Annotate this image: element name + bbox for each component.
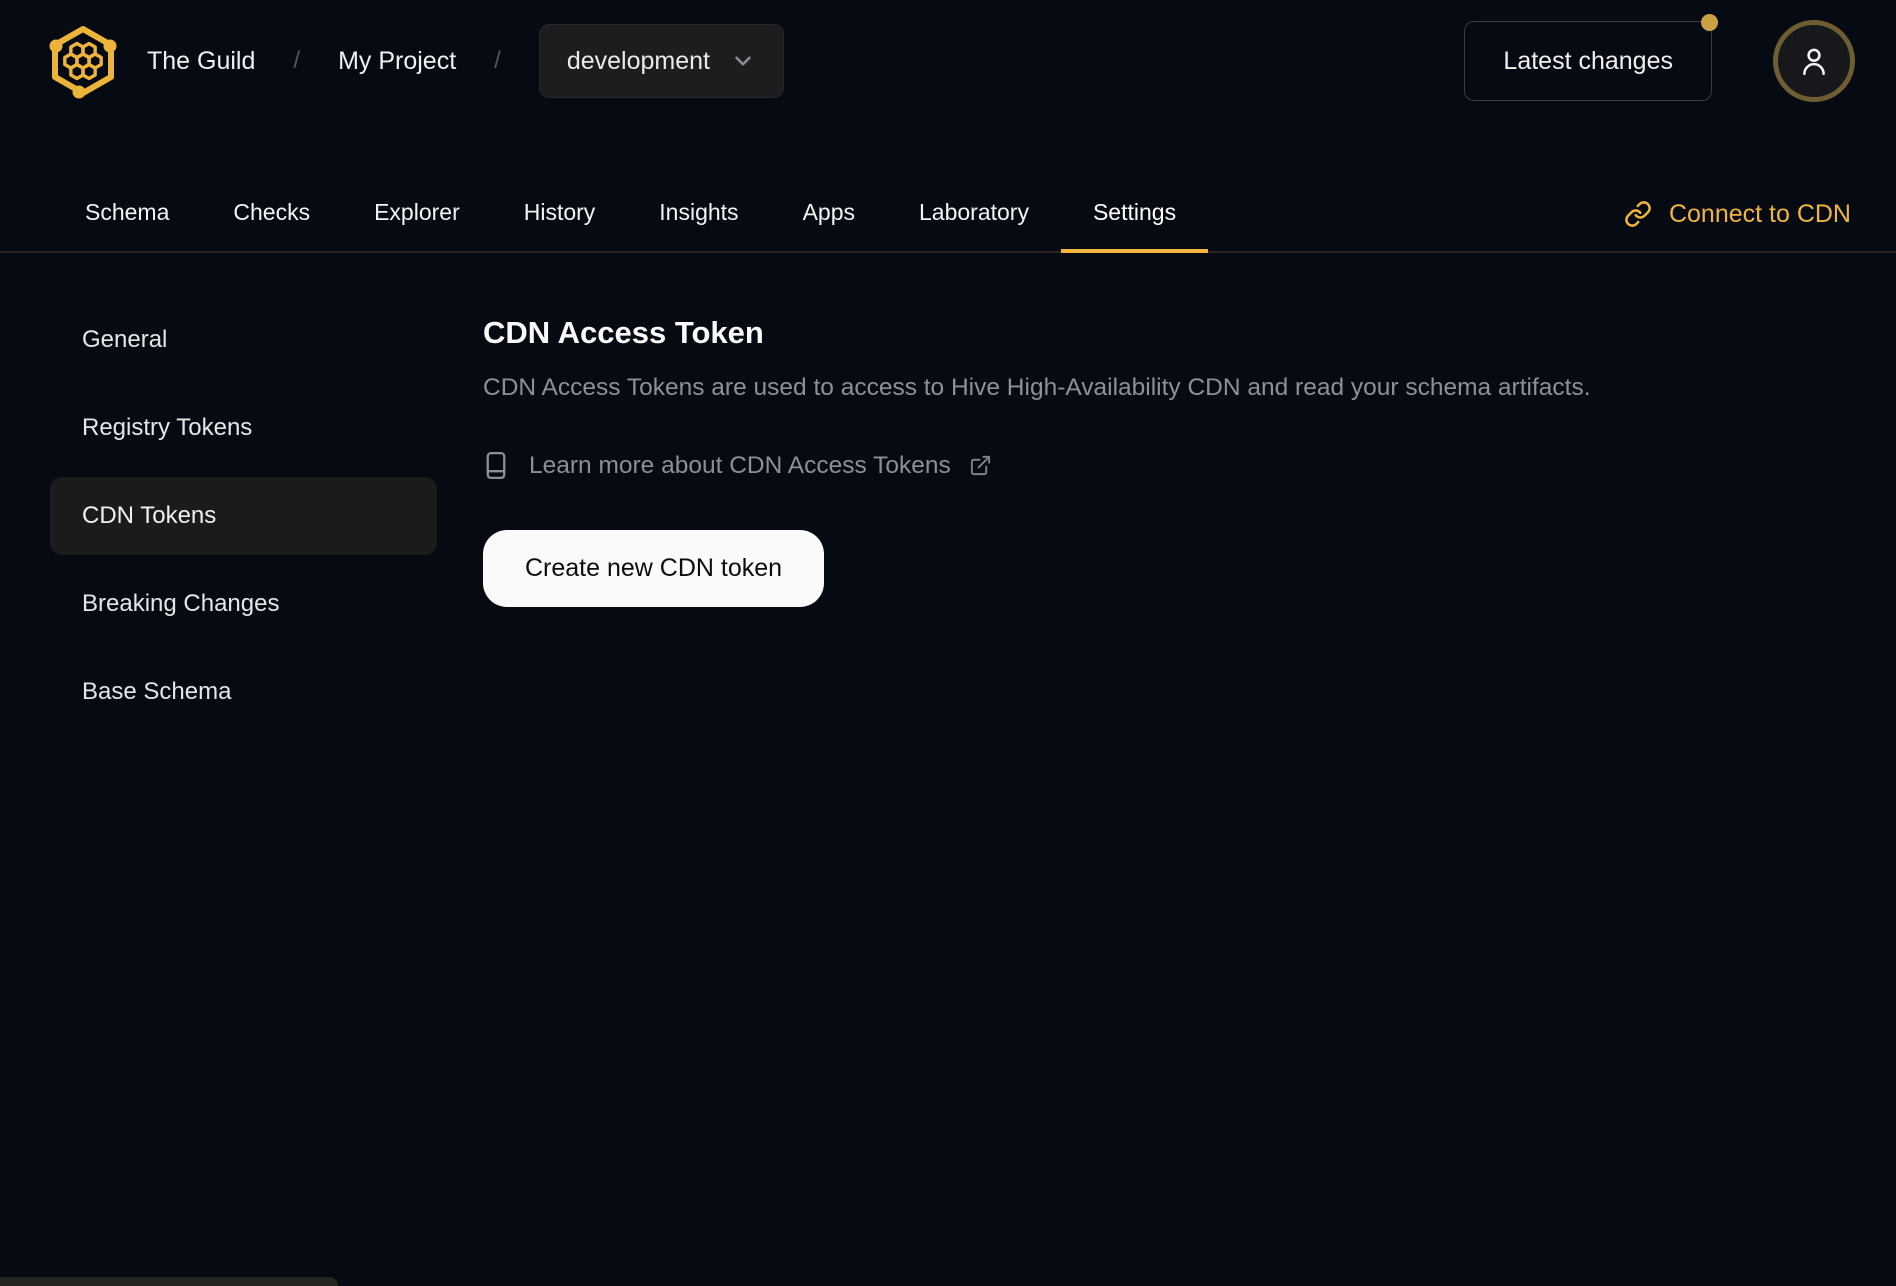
tab-checks[interactable]: Checks — [201, 175, 342, 253]
sidebar-item-base-schema[interactable]: Base Schema — [50, 653, 437, 731]
tab-history[interactable]: History — [492, 175, 628, 253]
bottom-widget-peek[interactable] — [0, 1277, 338, 1286]
sidebar-item-cdn-tokens[interactable]: CDN Tokens — [50, 477, 437, 555]
breadcrumb-separator: / — [293, 47, 301, 74]
learn-more-link[interactable]: Learn more about CDN Access Tokens — [483, 450, 992, 481]
breadcrumb: The Guild / My Project / development — [147, 24, 784, 98]
connect-to-cdn-link[interactable]: Connect to CDN — [1624, 175, 1851, 253]
learn-more-label: Learn more about CDN Access Tokens — [529, 451, 951, 479]
latest-changes-label: Latest changes — [1503, 46, 1673, 75]
user-icon — [1796, 43, 1832, 79]
user-avatar-button[interactable] — [1773, 20, 1855, 102]
cdn-tokens-panel: CDN Access Token CDN Access Tokens are u… — [483, 301, 1851, 608]
page-description: CDN Access Tokens are used to access to … — [483, 373, 1591, 401]
breadcrumb-separator: / — [494, 47, 501, 74]
sidebar-item-breaking-changes[interactable]: Breaking Changes — [50, 565, 437, 643]
tab-insights[interactable]: Insights — [627, 175, 770, 253]
header-actions: Latest changes — [1464, 14, 1855, 102]
latest-changes-button[interactable]: Latest changes — [1464, 14, 1718, 101]
settings-content: General Registry Tokens CDN Tokens Breaking… — [0, 253, 1896, 731]
connect-to-cdn-label: Connect to CDN — [1668, 199, 1851, 228]
tab-laboratory[interactable]: Laboratory — [887, 175, 1061, 253]
page-title: CDN Access Token — [483, 315, 764, 350]
chevron-down-icon — [730, 48, 756, 74]
settings-sidebar: General Registry Tokens CDN Tokens Breaking… — [50, 301, 437, 731]
tab-apps[interactable]: Apps — [771, 175, 887, 253]
sidebar-item-registry-tokens[interactable]: Registry Tokens — [50, 389, 437, 467]
target-selector-value: development — [566, 46, 710, 75]
create-cdn-token-button[interactable]: Create new CDN token — [483, 530, 825, 608]
tabs: Schema Checks Explorer History Insights Apps L… — [53, 175, 1209, 253]
tab-explorer[interactable]: Explorer — [342, 175, 492, 253]
tab-settings[interactable]: Settings — [1060, 175, 1209, 253]
external-link-icon — [969, 454, 992, 477]
book-icon — [483, 450, 509, 481]
header: The Guild / My Project / development Lat… — [0, 0, 1896, 122]
tab-schema[interactable]: Schema — [53, 175, 201, 253]
breadcrumb-organization[interactable]: The Guild — [147, 47, 255, 76]
breadcrumb-project[interactable]: My Project — [338, 47, 456, 76]
notification-dot — [1701, 14, 1718, 31]
target-selector-dropdown[interactable]: development — [538, 24, 784, 98]
sidebar-item-general[interactable]: General — [50, 301, 437, 379]
tab-bar: Schema Checks Explorer History Insights Apps L… — [0, 122, 1896, 253]
link-icon — [1624, 200, 1652, 228]
hive-logo-icon[interactable] — [45, 23, 121, 99]
